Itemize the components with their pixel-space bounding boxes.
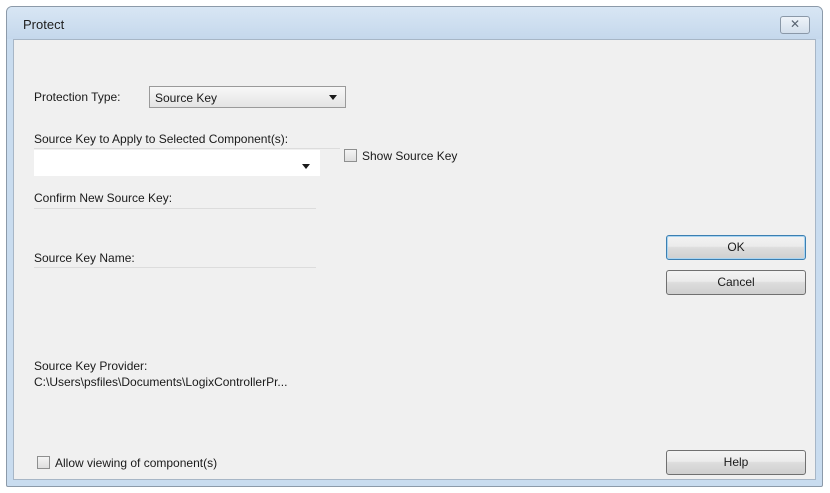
- protect-dialog: Protect ✕ Protection Type: Source Key So…: [6, 6, 823, 487]
- divider: [34, 267, 316, 268]
- dialog-body: Protection Type: Source Key Source Key t…: [13, 39, 816, 480]
- ok-button[interactable]: OK: [666, 235, 806, 260]
- source-key-name-input[interactable]: [34, 269, 316, 293]
- protection-type-label: Protection Type:: [34, 90, 121, 104]
- close-button[interactable]: ✕: [780, 16, 810, 34]
- source-key-apply-label: Source Key to Apply to Selected Componen…: [34, 132, 289, 146]
- divider: [34, 148, 340, 149]
- confirm-source-key-input[interactable]: [34, 210, 316, 234]
- source-key-provider-label: Source Key Provider:: [34, 359, 148, 373]
- show-source-key-checkbox[interactable]: [344, 149, 357, 162]
- show-source-key-label[interactable]: Show Source Key: [362, 149, 457, 163]
- source-key-name-label: Source Key Name:: [34, 251, 135, 265]
- allow-viewing-label[interactable]: Allow viewing of component(s): [55, 456, 217, 470]
- cancel-button[interactable]: Cancel: [666, 270, 806, 295]
- title-bar: Protect ✕: [7, 7, 822, 39]
- close-icon: ✕: [789, 17, 801, 31]
- help-button[interactable]: Help: [666, 450, 806, 475]
- confirm-source-key-label: Confirm New Source Key:: [34, 191, 173, 205]
- dialog-title: Protect: [23, 17, 65, 32]
- divider: [34, 208, 316, 209]
- source-key-provider-path: C:\Users\psfiles\Documents\LogixControll…: [34, 375, 288, 389]
- source-key-combo[interactable]: [34, 150, 320, 176]
- chevron-down-icon: [302, 164, 310, 169]
- protection-type-dropdown[interactable]: Source Key: [149, 86, 346, 108]
- protection-type-value: Source Key: [155, 91, 218, 105]
- chevron-down-icon: [329, 95, 337, 100]
- allow-viewing-checkbox[interactable]: [37, 456, 50, 469]
